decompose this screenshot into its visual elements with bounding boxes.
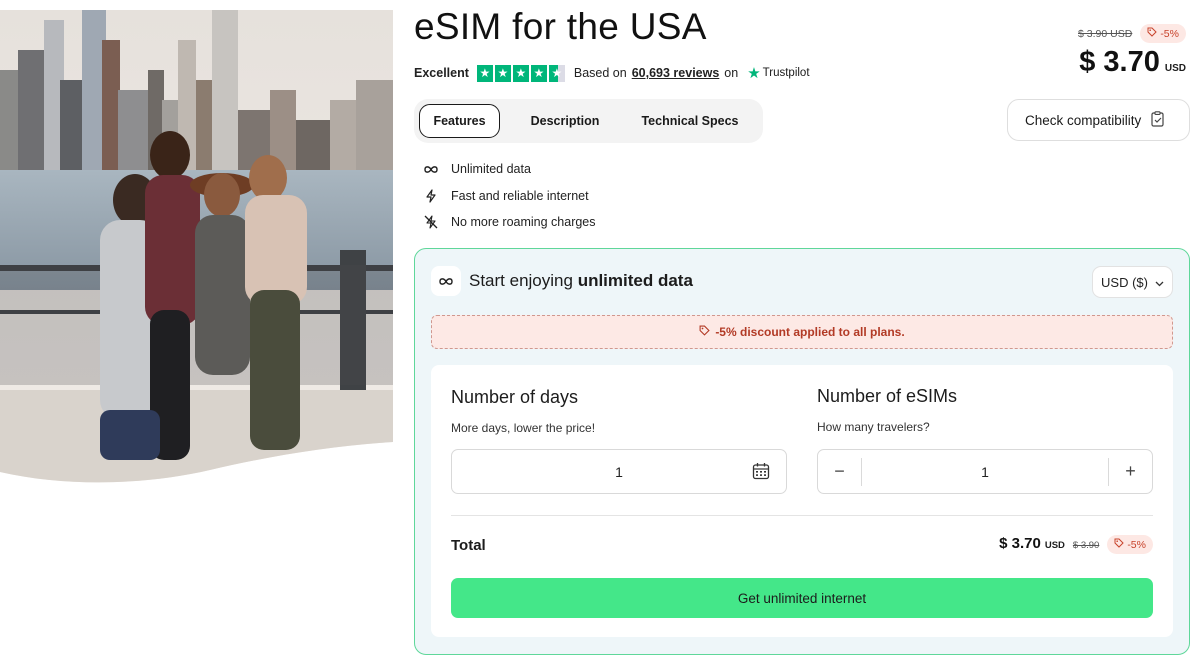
- calendar-icon[interactable]: [752, 462, 770, 483]
- days-picker[interactable]: 1: [451, 449, 787, 494]
- current-price: $ 3.70 USD: [1079, 46, 1186, 79]
- price-amount: $ 3.70: [1079, 46, 1160, 78]
- plan-header: Start enjoying unlimited data: [431, 266, 693, 296]
- esims-value[interactable]: 1: [861, 457, 1109, 486]
- feature-label: Unlimited data: [451, 162, 531, 177]
- price-discount-row: $ 3.90 USD -5%: [1078, 24, 1186, 43]
- chevron-down-icon: [1155, 275, 1164, 290]
- clipboard-check-icon: [1151, 110, 1165, 130]
- star-icon: ★: [476, 64, 493, 82]
- esims-subtitle: How many travelers?: [817, 420, 930, 434]
- trustpilot-label: Trustpilot: [762, 67, 810, 79]
- days-title: Number of days: [451, 387, 579, 407]
- trustpilot-star-icon: ★: [747, 65, 761, 82]
- no-roaming-icon: [422, 215, 440, 229]
- total-discount-badge: -5%: [1107, 535, 1153, 554]
- tab-features[interactable]: Features: [419, 104, 500, 138]
- price-currency: USD: [1164, 63, 1186, 74]
- feature-list: Unlimited data Fast and reliable interne…: [422, 156, 596, 236]
- tag-icon: [699, 325, 710, 339]
- total-discount-text: -5%: [1127, 538, 1146, 551]
- hero-photo: [0, 10, 393, 486]
- feature-label: Fast and reliable internet: [451, 188, 589, 203]
- feature-label: No more roaming charges: [451, 215, 596, 230]
- trustpilot-logo[interactable]: ★ Trustpilot: [747, 64, 809, 82]
- esims-stepper: − 1 +: [817, 449, 1153, 494]
- tag-icon: [1114, 538, 1125, 551]
- total-currency: USD: [1044, 540, 1065, 551]
- plan-panel: Start enjoying unlimited data USD ($) -5…: [414, 248, 1190, 655]
- rating-word: Excellent: [414, 66, 469, 80]
- trustpilot-rating: Excellent ★ ★ ★ ★ ★ Based on 60,693 revi…: [414, 64, 810, 82]
- esims-title: Number of eSIMs: [817, 386, 958, 406]
- page-title: eSIM for the USA: [414, 6, 707, 47]
- check-compatibility-label: Check compatibility: [1025, 112, 1142, 128]
- feature-item: No more roaming charges: [422, 209, 596, 236]
- feature-item: Unlimited data: [422, 156, 596, 183]
- based-on-text: Based on: [573, 66, 627, 80]
- plan-title-bold: unlimited data: [577, 271, 693, 290]
- plan-options-card: Number of days More days, lower the pric…: [431, 365, 1173, 637]
- discount-badge-text: -5%: [1160, 27, 1179, 40]
- star-icon: ★: [530, 64, 547, 82]
- feature-item: Fast and reliable internet: [422, 183, 596, 210]
- check-compatibility-button[interactable]: Check compatibility: [1007, 99, 1190, 141]
- divider: [451, 515, 1153, 516]
- star-icon: ★: [512, 64, 529, 82]
- tab-bar: Features Description Technical Specs: [414, 99, 763, 143]
- total-label: Total: [451, 537, 486, 554]
- days-value: 1: [615, 463, 623, 480]
- discount-badge: -5%: [1140, 24, 1186, 43]
- currency-select-value: USD ($): [1101, 274, 1148, 290]
- star-icon: ★: [494, 64, 511, 82]
- tab-description[interactable]: Description: [500, 104, 630, 138]
- discount-banner: -5% discount applied to all plans.: [431, 315, 1173, 349]
- tab-technical-specs[interactable]: Technical Specs: [630, 104, 750, 138]
- lightning-icon: [422, 189, 440, 203]
- decrement-button[interactable]: −: [818, 450, 861, 493]
- infinity-icon: [422, 165, 440, 174]
- get-unlimited-internet-button[interactable]: Get unlimited internet: [451, 578, 1153, 618]
- currency-select[interactable]: USD ($): [1092, 266, 1173, 298]
- total-old-price: $ 3.90: [1072, 540, 1100, 551]
- plan-title: Start enjoying unlimited data: [469, 271, 693, 291]
- days-subtitle: More days, lower the price!: [451, 421, 596, 435]
- discount-banner-text: -5% discount applied to all plans.: [715, 325, 905, 339]
- on-text: on: [724, 66, 739, 80]
- plan-title-prefix: Start enjoying: [469, 271, 573, 290]
- total-amount: $ 3.70: [999, 535, 1041, 552]
- half-star-icon: ★: [548, 64, 565, 82]
- infinity-icon: [431, 266, 461, 296]
- total-price: $ 3.70 USD $ 3.90 -5%: [999, 535, 1153, 554]
- increment-button[interactable]: +: [1109, 450, 1152, 493]
- rating-stars: ★ ★ ★ ★ ★: [476, 64, 565, 82]
- tag-icon: [1147, 27, 1158, 40]
- reviews-link[interactable]: 60,693 reviews: [632, 66, 720, 80]
- old-price: $ 3.90 USD: [1078, 27, 1133, 40]
